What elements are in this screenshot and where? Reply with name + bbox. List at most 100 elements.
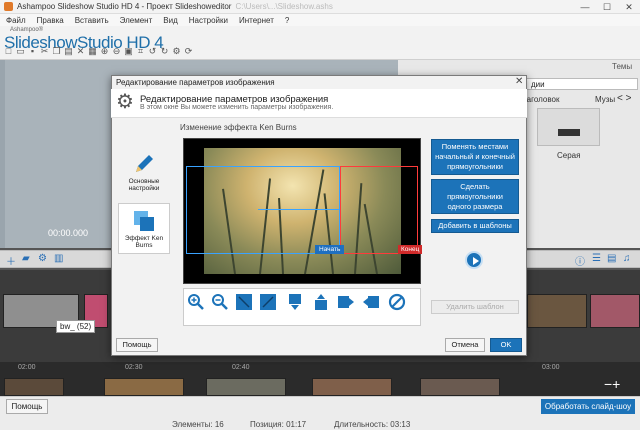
add-template-button[interactable]: Добавить в шаблоны — [431, 219, 519, 233]
menu-settings[interactable]: Настройки — [189, 16, 228, 25]
move-right-icon[interactable] — [337, 293, 355, 311]
fit-icon[interactable]: ▣ — [124, 47, 133, 56]
play-icon[interactable] — [465, 251, 483, 269]
move-up-icon[interactable] — [312, 293, 330, 311]
window-title-path: C:\Users\...\Slideshow.ashs — [235, 2, 333, 11]
zoom-out-icon[interactable]: ⊖ — [112, 47, 121, 56]
status-elements: Элементы: 16 — [172, 420, 224, 429]
dialog-help-button[interactable]: Помощь — [116, 338, 158, 352]
gear-icon: ⚙ — [116, 91, 134, 113]
crop-icon[interactable]: ⌗ — [136, 47, 145, 56]
zoom-out-icon[interactable] — [211, 293, 229, 311]
menu-insert[interactable]: Вставить — [75, 16, 109, 25]
menu-file[interactable]: Файл — [6, 16, 26, 25]
end-rectangle-label: Конец — [398, 245, 423, 254]
menu-view[interactable]: Вид — [163, 16, 177, 25]
title-bar: Ashampoo Slideshow Studio HD 4 - Проект … — [0, 0, 640, 14]
theme-category-dropdown[interactable]: дии — [520, 78, 638, 90]
delete-template-button[interactable]: Удалить шаблон — [431, 300, 519, 314]
add-folder-icon[interactable]: ▰ — [22, 253, 30, 264]
zoom-in-icon[interactable]: ⊕ — [100, 47, 109, 56]
status-duration: Длительность: 03:13 — [334, 420, 411, 429]
theme-thumbnail-label: Серая — [557, 151, 581, 160]
new-icon[interactable]: □ — [4, 47, 13, 56]
preview-time: 00:00.000 — [48, 228, 89, 238]
tab-ken-burns-label: Эффект Ken Burns — [124, 235, 164, 249]
timeline-tick: 03:00 — [542, 364, 560, 371]
theme-thumbnail-gray[interactable] — [537, 108, 600, 146]
delete-icon[interactable]: ✕ — [76, 47, 85, 56]
pencil-icon — [136, 155, 153, 172]
open-icon[interactable]: ▭ — [16, 47, 25, 56]
rotate-right-icon[interactable]: ↻ — [160, 47, 169, 56]
move-down-icon[interactable] — [286, 293, 304, 311]
copy-icon[interactable]: ❐ — [52, 47, 61, 56]
end-rectangle[interactable] — [340, 166, 418, 254]
timeline-clip[interactable] — [527, 294, 587, 328]
tab-music[interactable]: Музы — [595, 95, 615, 104]
ken-burns-icon — [134, 211, 154, 231]
dialog-subheading: В этом окне Вы можете изменить параметры… — [140, 104, 334, 111]
menu-help[interactable]: ? — [285, 16, 289, 25]
menu-bar: Файл Правка Вставить Элемент Вид Настрой… — [0, 14, 640, 26]
list-icon[interactable]: ▤ — [607, 253, 616, 264]
music-icon[interactable]: ♫ — [623, 253, 631, 264]
start-rectangle[interactable] — [186, 166, 340, 254]
ken-burns-section-title: Изменение эффекта Ken Burns — [180, 123, 297, 132]
status-position: Позиция: 01:17 — [250, 420, 307, 429]
settings-icon[interactable]: ⚙ — [172, 47, 181, 56]
close-window-button[interactable]: ✕ — [618, 0, 640, 14]
tab-basic-settings[interactable]: Основные настройки — [118, 147, 170, 198]
main-toolbar: □ ▭ ▪ ✂ ❐ ▤ ✕ ▦ ⊕ ⊖ ▣ ⌗ ↺ ↻ ⚙ ⟳ — [4, 47, 193, 56]
help-button[interactable]: Помощь — [6, 399, 48, 414]
same-size-button[interactable]: Сделать прямоугольники одного размера — [431, 179, 519, 214]
tab-headings[interactable]: заголовок — [523, 95, 559, 104]
process-slideshow-button[interactable]: Обработать слайд-шоу — [541, 399, 635, 414]
trash-icon[interactable]: ▥ — [54, 253, 63, 264]
grid-icon[interactable]: ▦ — [88, 47, 97, 56]
no-effect-icon[interactable] — [388, 293, 406, 311]
storyboard-thumbnail[interactable] — [420, 378, 500, 396]
storyboard-thumbnail[interactable] — [4, 378, 64, 396]
text-icon[interactable]: ☰ — [592, 253, 601, 264]
tab-ken-burns[interactable]: Эффект Ken Burns — [118, 203, 170, 254]
maximize-button[interactable]: ☐ — [596, 0, 618, 14]
clip-tooltip: bw_ (52) — [56, 320, 96, 333]
app-icon — [4, 2, 13, 11]
cancel-button[interactable]: Отмена — [445, 338, 485, 352]
timeline-tick: 02:00 — [18, 364, 36, 371]
refresh-icon[interactable]: ⟳ — [184, 47, 193, 56]
expand-diagonal-icon[interactable] — [259, 293, 277, 311]
timeline-clip[interactable] — [590, 294, 640, 328]
motion-arrow — [258, 209, 340, 210]
tab-basic-label: Основные настройки — [128, 178, 160, 192]
themes-label: Темы — [612, 62, 633, 71]
storyboard-thumbnail[interactable] — [312, 378, 392, 396]
swap-rectangles-button[interactable]: Поменять местами начальный и конечный пр… — [431, 139, 519, 175]
dialog-close-button[interactable]: ✕ — [515, 76, 523, 87]
rotate-left-icon[interactable]: ↺ — [148, 47, 157, 56]
timeline-zoom-icon[interactable]: −+ — [604, 376, 620, 392]
zoom-in-icon[interactable] — [187, 293, 205, 311]
menu-edit[interactable]: Правка — [37, 16, 64, 25]
window-title: Ashampoo Slideshow Studio HD 4 - Проект … — [17, 2, 232, 11]
timeline-tick: 02:30 — [125, 364, 143, 371]
save-icon[interactable]: ▪ — [28, 47, 37, 56]
menu-internet[interactable]: Интернет — [239, 16, 274, 25]
info-icon[interactable]: ⓘ — [575, 253, 585, 268]
cut-icon[interactable]: ✂ — [40, 47, 49, 56]
menu-element[interactable]: Элемент — [120, 16, 153, 25]
start-rectangle-label: Начать — [315, 245, 345, 254]
storyboard-thumbnail[interactable] — [206, 378, 286, 396]
add-icon[interactable]: ＋ — [6, 253, 16, 268]
gear-timeline-icon[interactable]: ⚙ — [38, 253, 47, 264]
ok-button[interactable]: OK — [490, 338, 522, 352]
timeline-tick: 02:40 — [232, 364, 250, 371]
tabs-scroll-arrows[interactable]: < > — [617, 93, 631, 104]
dialog-title: Редактирование параметров изображения — [116, 78, 275, 87]
storyboard-thumbnail[interactable] — [104, 378, 184, 396]
paste-icon[interactable]: ▤ — [64, 47, 73, 56]
minimize-button[interactable]: — — [574, 0, 596, 14]
move-left-icon[interactable] — [362, 293, 380, 311]
shrink-diagonal-icon[interactable] — [235, 293, 253, 311]
